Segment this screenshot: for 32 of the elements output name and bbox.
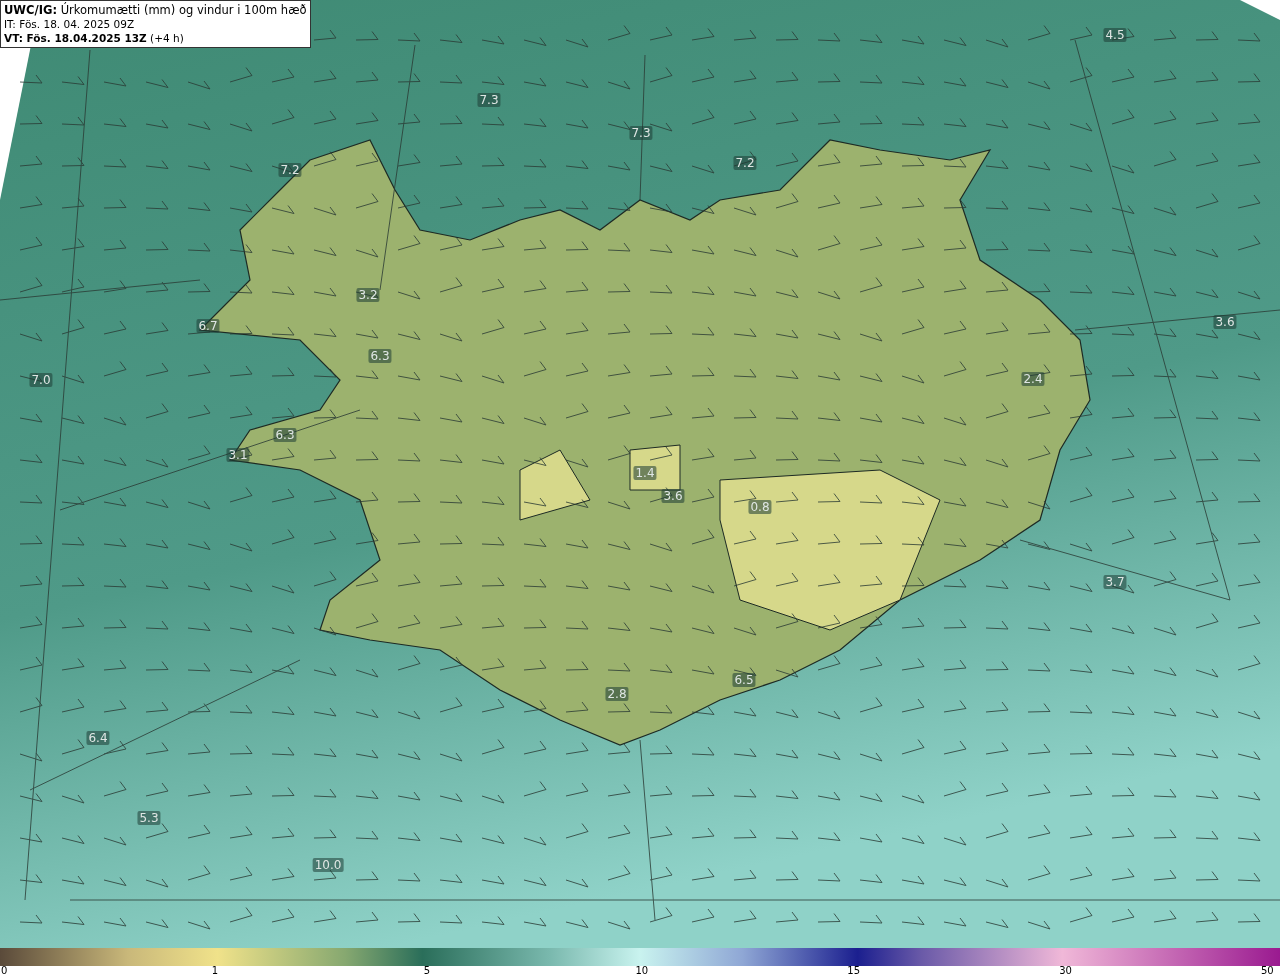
value-label: 2.8 bbox=[605, 687, 629, 701]
scale-tick-label: 5 bbox=[423, 965, 431, 976]
scale-tick-label: 10 bbox=[635, 965, 649, 976]
value-label: 5.3 bbox=[137, 811, 161, 825]
title-line: VT: Fös. 18.04.2025 13Z (+4 h) bbox=[4, 31, 185, 45]
scale-tick-label: 30 bbox=[1059, 965, 1072, 976]
scale-tick-label: 1 bbox=[211, 965, 219, 976]
value-label: 6.4 bbox=[86, 731, 110, 745]
value-label: 7.0 bbox=[29, 373, 53, 387]
scale-tick-label: 50 bbox=[1261, 965, 1274, 976]
value-label: 0.8 bbox=[748, 500, 772, 514]
title-line: IT: Fös. 18. 04. 2025 09Z bbox=[4, 17, 136, 31]
value-label: 6.5 bbox=[732, 673, 756, 687]
title-line: UWC/IG: Úrkomumætti (mm) og vindur i 100m hæð bbox=[4, 3, 307, 17]
value-label: 4.5 bbox=[1103, 28, 1127, 42]
scale-tick-label: 15 bbox=[847, 965, 861, 976]
value-label: 6.3 bbox=[368, 349, 392, 363]
value-label: 3.2 bbox=[356, 288, 380, 302]
value-label: 7.3 bbox=[477, 93, 501, 107]
value-label: 1.4 bbox=[633, 466, 657, 480]
value-label: 3.1 bbox=[226, 448, 250, 462]
value-label: 10.0 bbox=[312, 858, 344, 872]
value-label: 7.2 bbox=[733, 156, 757, 170]
value-label: 7.2 bbox=[278, 163, 302, 177]
value-label: 3.6 bbox=[1213, 315, 1237, 329]
value-label: 2.4 bbox=[1021, 372, 1045, 386]
value-label: 3.7 bbox=[1103, 575, 1127, 589]
value-label: 6.7 bbox=[196, 319, 220, 333]
value-label: 3.6 bbox=[661, 489, 685, 503]
value-label: 6.3 bbox=[273, 428, 297, 442]
value-label: 7.3 bbox=[629, 126, 653, 140]
scale-tick-label: 0 bbox=[1, 965, 8, 976]
